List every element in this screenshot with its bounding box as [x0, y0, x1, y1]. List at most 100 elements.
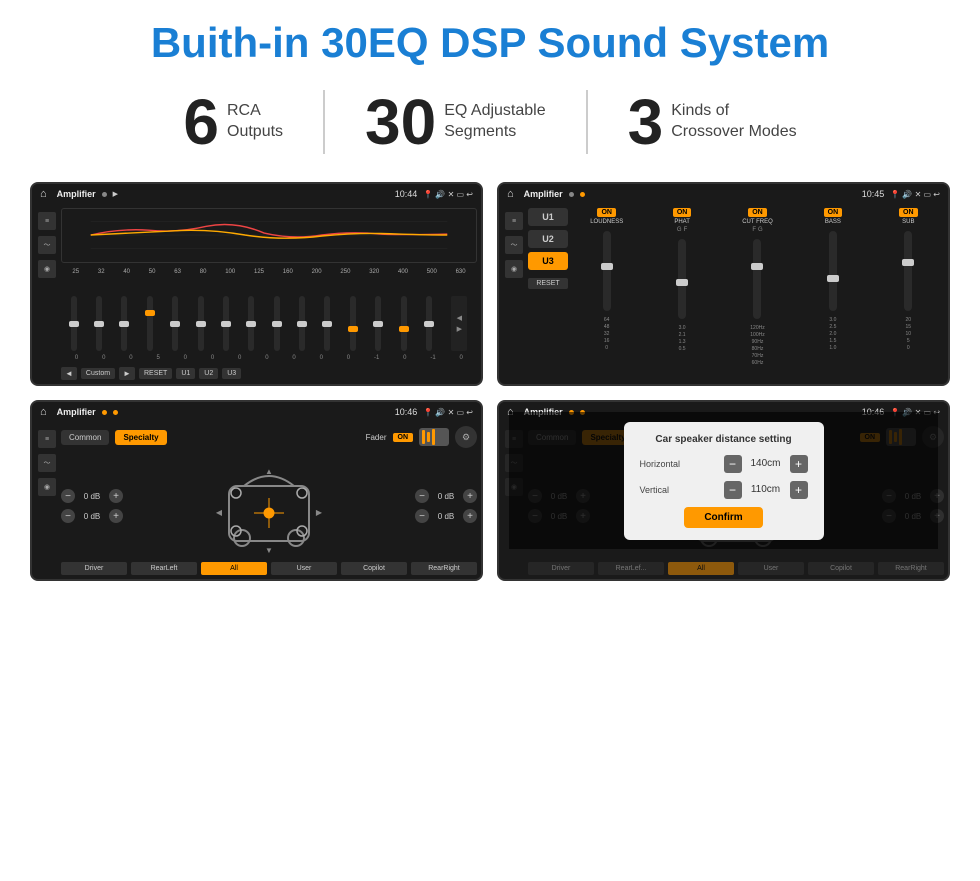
eq-next-btn[interactable]: ► [119, 367, 135, 380]
eq-icon-speaker[interactable]: ◉ [38, 260, 56, 278]
fader-slider-group[interactable] [419, 428, 449, 446]
loudness-slider[interactable] [603, 231, 611, 311]
sub-on-btn[interactable]: ON [899, 208, 918, 217]
xover-cutfreq: ON CUT FREQ F G 120Hz100Hz90Hz80Hz70Hz60… [722, 208, 793, 367]
btn-all[interactable]: All [201, 562, 267, 575]
stat-rca-number: 6 [183, 90, 219, 154]
db-minus-rl[interactable]: − [61, 509, 75, 523]
eq-values-row: 00050000000-10-10 [61, 355, 477, 361]
db-plus-fl[interactable]: + [109, 489, 123, 503]
horizontal-minus-btn[interactable]: − [724, 455, 742, 473]
sub-slider[interactable] [904, 231, 912, 311]
eq-graph [61, 208, 477, 263]
db-plus-rl[interactable]: + [109, 509, 123, 523]
eq-prev-btn[interactable]: ◄ [61, 367, 77, 380]
eq-custom-btn[interactable]: Custom [81, 368, 115, 379]
dialog-horizontal-controls: − 140cm + [724, 455, 808, 473]
eq-main-area: ≡ 〜 ◉ [32, 204, 481, 384]
cutfreq-slider[interactable] [753, 239, 761, 319]
db-minus-fr[interactable]: − [415, 489, 429, 503]
db-plus-fr[interactable]: + [463, 489, 477, 503]
status-icons-1: 📍 🔊 ✕ ▭ ↩ [423, 190, 473, 199]
eq-reset-btn[interactable]: RESET [139, 368, 172, 379]
btn-user[interactable]: User [271, 562, 337, 575]
eq-slider-15 [426, 296, 432, 351]
home-icon-3[interactable]: ⌂ [40, 406, 47, 418]
crossover-icon-filters[interactable]: ≡ [505, 212, 523, 230]
crossover-sidebar: ≡ 〜 ◉ [503, 208, 525, 367]
fader-bottom-controls: Driver RearLeft All User Copilot RearRig… [61, 562, 477, 575]
home-icon-2[interactable]: ⌂ [507, 188, 514, 200]
status-dot-1 [102, 192, 107, 197]
eq-u2-btn[interactable]: U2 [199, 368, 218, 379]
btn-rearright[interactable]: RearRight [411, 562, 477, 575]
eq-u1-btn[interactable]: U1 [176, 368, 195, 379]
fader-icon-filters[interactable]: ≡ [38, 430, 56, 448]
loudness-on-btn[interactable]: ON [597, 208, 616, 217]
fader-icon-wave[interactable]: 〜 [38, 454, 56, 472]
crossover-reset-btn[interactable]: RESET [528, 278, 568, 289]
db-plus-rr[interactable]: + [463, 509, 477, 523]
btn-copilot[interactable]: Copilot [341, 562, 407, 575]
svg-text:▲: ▲ [265, 467, 273, 476]
fader-tab-common[interactable]: Common [61, 430, 109, 445]
db-minus-fl[interactable]: − [61, 489, 75, 503]
dialog-title: Car speaker distance setting [640, 434, 808, 445]
eq-controls-bar: ◄ Custom ► RESET U1 U2 U3 [61, 367, 477, 380]
bass-slider[interactable] [829, 231, 837, 311]
phat-slider[interactable] [678, 239, 686, 319]
xover-bass: ON BASS 3.02.52.01.51.0 [797, 208, 868, 367]
status-icons-3: 📍 🔊 ✕ ▭ ↩ [423, 408, 473, 417]
db-minus-rr[interactable]: − [415, 509, 429, 523]
status-dot-3a [102, 410, 107, 415]
stat-crossover-text: Kinds ofCrossover Modes [671, 101, 796, 143]
bass-nums: 3.02.52.01.51.0 [829, 317, 836, 352]
crossover-icon-wave[interactable]: 〜 [505, 236, 523, 254]
eq-slider-8 [248, 296, 254, 351]
eq-content: 253240 506380 100125160 200250320 400500… [61, 208, 477, 380]
xover-sub: ON SUB 20151050 [873, 208, 944, 367]
eq-slider-7 [223, 296, 229, 351]
btn-driver[interactable]: Driver [61, 562, 127, 575]
bass-label: BASS [825, 219, 841, 225]
svg-text:◀: ◀ [216, 508, 223, 517]
preset-u2-btn[interactable]: U2 [528, 230, 568, 248]
phat-on-btn[interactable]: ON [673, 208, 692, 217]
screen-distance: ⌂ Amplifier 10:46 📍 🔊 ✕ ▭ ↩ ≡ 〜 ◉ Common… [497, 400, 950, 581]
xover-phat: ON PHAT G F 3.02.11.30.5 [646, 208, 717, 367]
dialog-vertical-controls: − 110cm + [724, 481, 808, 499]
eq-slider-6 [198, 296, 204, 351]
preset-u3-btn[interactable]: U3 [528, 252, 568, 270]
vertical-minus-btn[interactable]: − [724, 481, 742, 499]
btn-rearleft[interactable]: RearLeft [131, 562, 197, 575]
preset-u1-btn[interactable]: U1 [528, 208, 568, 226]
db-control-rl: − 0 dB + [61, 509, 123, 523]
time-3: 10:46 [395, 407, 418, 417]
sub-nums: 20151050 [906, 317, 912, 352]
horizontal-plus-btn[interactable]: + [790, 455, 808, 473]
speaker-left-controls: − 0 dB + − 0 dB + [61, 489, 123, 523]
status-icons-2: 📍 🔊 ✕ ▭ ↩ [890, 190, 940, 199]
crossover-presets: U1 U2 U3 RESET [528, 208, 568, 367]
confirm-button[interactable]: Confirm [684, 507, 762, 528]
speaker-right-controls: − 0 dB + − 0 dB + [415, 489, 477, 523]
settings-icon[interactable]: ⚙ [455, 426, 477, 448]
dialog-horizontal-row: Horizontal − 140cm + [640, 455, 808, 473]
stat-eq-number: 30 [365, 90, 436, 154]
time-2: 10:45 [862, 189, 885, 199]
fader-icon-speaker[interactable]: ◉ [38, 478, 56, 496]
vertical-plus-btn[interactable]: + [790, 481, 808, 499]
eq-icon-wave[interactable]: 〜 [38, 236, 56, 254]
eq-icon-filters[interactable]: ≡ [38, 212, 56, 230]
stat-rca-text: RCAOutputs [227, 101, 283, 143]
eq-slider-2 [96, 296, 102, 351]
cutfreq-on-btn[interactable]: ON [748, 208, 767, 217]
crossover-icon-speaker[interactable]: ◉ [505, 260, 523, 278]
scroll-arrows[interactable]: ◀▶ [451, 296, 467, 351]
dist-btn-rearleft: RearLef... [598, 562, 664, 575]
bass-on-btn[interactable]: ON [824, 208, 843, 217]
home-icon[interactable]: ⌂ [40, 188, 47, 200]
fader-tab-specialty[interactable]: Specialty [115, 430, 166, 445]
eq-u3-btn[interactable]: U3 [222, 368, 241, 379]
fader-on-btn[interactable]: ON [393, 433, 414, 442]
